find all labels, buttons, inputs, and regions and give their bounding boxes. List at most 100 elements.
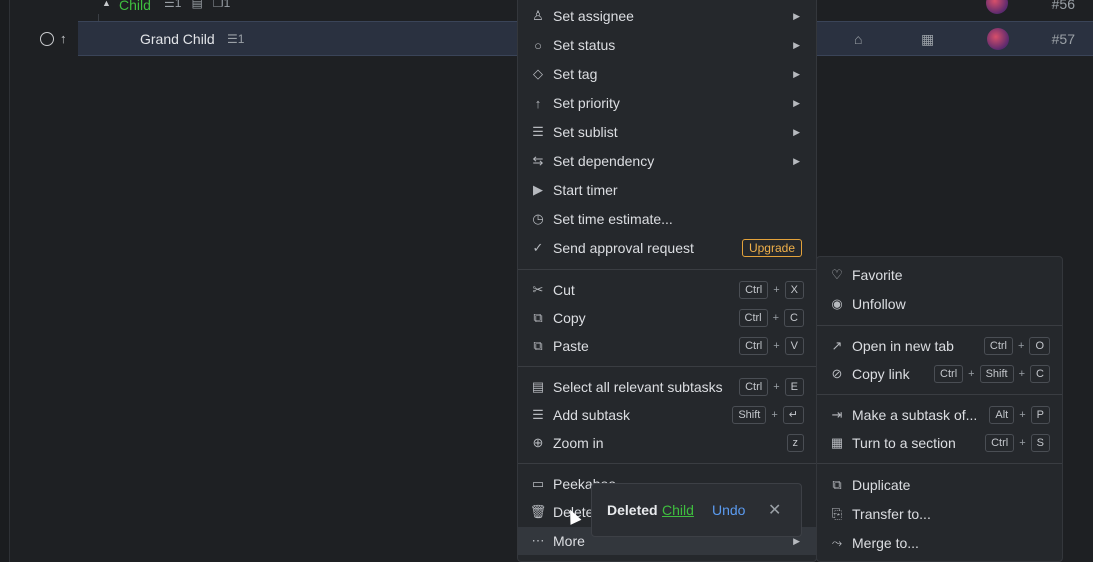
arrow-up-icon: ↑ <box>534 95 542 111</box>
chevron-right-icon: ▶ <box>793 535 800 546</box>
eye-off-icon: ◉ <box>831 296 843 311</box>
context-menu: ♙ Set assignee ▶ ○ Set status ▶ ◇ Set tag ▶ ↑ S… <box>517 0 817 562</box>
status-circle-icon[interactable] <box>40 32 54 46</box>
task-title[interactable]: Grand Child <box>140 31 215 47</box>
submenu-item-transfer[interactable]: ⎘ Transfer to... <box>817 500 1062 528</box>
menu-divider <box>817 463 1062 464</box>
add-subtask-icon: ☰ <box>532 407 544 422</box>
select-icon: ▤ <box>531 379 545 394</box>
menu-item-start-timer[interactable]: ▶ Start timer <box>518 176 816 204</box>
description-icon: ▤ <box>191 0 203 10</box>
menu-divider <box>817 325 1062 326</box>
chevron-right-icon: ▶ <box>793 155 800 166</box>
section-icon: ▦ <box>830 435 844 450</box>
menu-item-paste[interactable]: ⧉ Paste Ctrl + V <box>518 332 816 360</box>
menu-item-select-all-subtasks[interactable]: ▤ Select all relevant subtasks Ctrl + E <box>518 373 816 401</box>
shortcut: Ctrl + E <box>739 378 804 396</box>
upgrade-badge[interactable]: Upgrade <box>741 239 802 257</box>
menu-item-set-assignee[interactable]: ♙ Set assignee ▶ <box>518 2 816 30</box>
submenu-item-turn-to-section[interactable]: ▦ Turn to a section Ctrl + S <box>817 429 1062 457</box>
heart-icon: ♡ <box>831 267 843 282</box>
subtasks-icon: ☰1 <box>164 0 182 10</box>
menu-item-set-priority[interactable]: ↑ Set priority ▶ <box>518 89 816 117</box>
menu-divider <box>518 463 816 464</box>
row-controls: ↑ <box>40 32 67 46</box>
swap-icon: ⇆ <box>532 153 544 168</box>
stopwatch-icon: ◷ <box>532 211 544 226</box>
task-number: #56 <box>1051 0 1075 12</box>
deleted-toast: Deleted Child Undo ✕ <box>591 483 802 537</box>
shortcut: Ctrl + V <box>739 337 804 355</box>
chevron-right-icon: ▶ <box>793 10 800 21</box>
paste-icon: ⧉ <box>533 338 543 353</box>
menu-item-cut[interactable]: ✂ Cut Ctrl + X <box>518 276 816 304</box>
tag-icon[interactable]: ⌂ <box>854 31 862 47</box>
chevron-right-icon: ▶ <box>793 126 800 137</box>
trash-icon: 🗑 <box>529 504 547 519</box>
chevron-right-icon: ▶ <box>793 39 800 50</box>
task-title[interactable]: Child <box>119 0 151 13</box>
submenu-item-favorite[interactable]: ♡ Favorite <box>817 261 1062 289</box>
calendar-icon[interactable]: ▦ <box>921 31 934 48</box>
shortcut: z <box>786 434 804 452</box>
zoom-icon: ⊕ <box>532 435 544 450</box>
subtasks-icon: ☰1 <box>227 32 245 46</box>
circle-icon: ○ <box>534 37 542 53</box>
merge-icon: ⤳ <box>831 535 843 550</box>
shortcut: Alt + P <box>989 406 1050 424</box>
menu-item-copy[interactable]: ⧉ Copy Ctrl + C <box>518 304 816 332</box>
menu-item-set-dependency[interactable]: ⇆ Set dependency ▶ <box>518 147 816 175</box>
avatar[interactable] <box>986 0 1008 14</box>
copy-icon: ⧉ <box>533 310 543 325</box>
indent-icon: ⇥ <box>831 407 843 422</box>
menu-item-set-status[interactable]: ○ Set status ▶ <box>518 31 816 59</box>
collapse-triangle-icon[interactable]: ▲ <box>102 0 111 8</box>
shortcut: Ctrl + S <box>985 434 1050 452</box>
shortcut: Ctrl + C <box>738 309 804 327</box>
menu-item-add-subtask[interactable]: ☰ Add subtask Shift + ↵ <box>518 401 816 429</box>
more-icon: ⋯ <box>531 533 545 548</box>
chevron-right-icon: ▶ <box>793 97 800 108</box>
avatar[interactable] <box>987 28 1009 50</box>
menu-item-zoom-in[interactable]: ⊕ Zoom in z <box>518 429 816 457</box>
more-submenu: ♡ Favorite ◉ Unfollow ↗ Open in new tab Ctrl… <box>816 256 1063 562</box>
scissors-icon: ✂ <box>532 282 544 297</box>
tag-icon: ◇ <box>533 66 543 81</box>
toast-text: Deleted <box>607 502 658 518</box>
link-icon: ⊘ <box>831 366 843 381</box>
duplicate-icon: ⧉ <box>832 477 842 492</box>
priority-arrow-icon[interactable]: ↑ <box>60 32 67 46</box>
left-rail <box>0 0 10 562</box>
submenu-item-open-new-tab[interactable]: ↗ Open in new tab Ctrl + O <box>817 332 1062 360</box>
submenu-item-unfollow[interactable]: ◉ Unfollow <box>817 290 1062 318</box>
menu-item-send-approval[interactable]: ✓ Send approval request Upgrade <box>518 234 816 262</box>
submenu-item-merge[interactable]: ⤳ Merge to... <box>817 529 1062 557</box>
attachments-icon: ❐1 <box>212 0 231 10</box>
archive-icon: ▭ <box>531 476 545 491</box>
menu-divider <box>518 269 816 270</box>
shortcut: Ctrl + Shift + C <box>934 365 1050 383</box>
external-link-icon: ↗ <box>831 338 843 353</box>
menu-item-set-time-estimate[interactable]: ◷ Set time estimate... <box>518 205 816 233</box>
list-icon: ☰ <box>532 124 544 139</box>
submenu-item-copy-link[interactable]: ⊘ Copy link Ctrl + Shift + C <box>817 360 1062 388</box>
task-meta: ☰1 ▤ ❐1 <box>164 0 230 10</box>
undo-button[interactable]: Undo <box>712 502 745 518</box>
shortcut: Ctrl + O <box>983 337 1050 355</box>
shortcut: Ctrl + X <box>739 281 804 299</box>
transfer-icon: ⎘ <box>831 506 843 521</box>
chevron-right-icon: ▶ <box>793 68 800 79</box>
task-number: #57 <box>1051 31 1075 47</box>
menu-item-set-sublist[interactable]: ☰ Set sublist ▶ <box>518 118 816 146</box>
menu-divider <box>518 366 816 367</box>
menu-item-set-tag[interactable]: ◇ Set tag ▶ <box>518 60 816 88</box>
check-circle-icon: ✓ <box>532 240 544 255</box>
close-icon[interactable]: ✕ <box>768 500 781 520</box>
play-icon: ▶ <box>533 182 543 197</box>
menu-divider <box>817 394 1062 395</box>
shortcut: Shift + ↵ <box>732 406 804 424</box>
submenu-item-duplicate[interactable]: ⧉ Duplicate <box>817 471 1062 499</box>
user-icon: ♙ <box>532 8 544 23</box>
submenu-item-make-subtask[interactable]: ⇥ Make a subtask of... Alt + P <box>817 401 1062 429</box>
toast-item-link[interactable]: Child <box>662 502 694 518</box>
